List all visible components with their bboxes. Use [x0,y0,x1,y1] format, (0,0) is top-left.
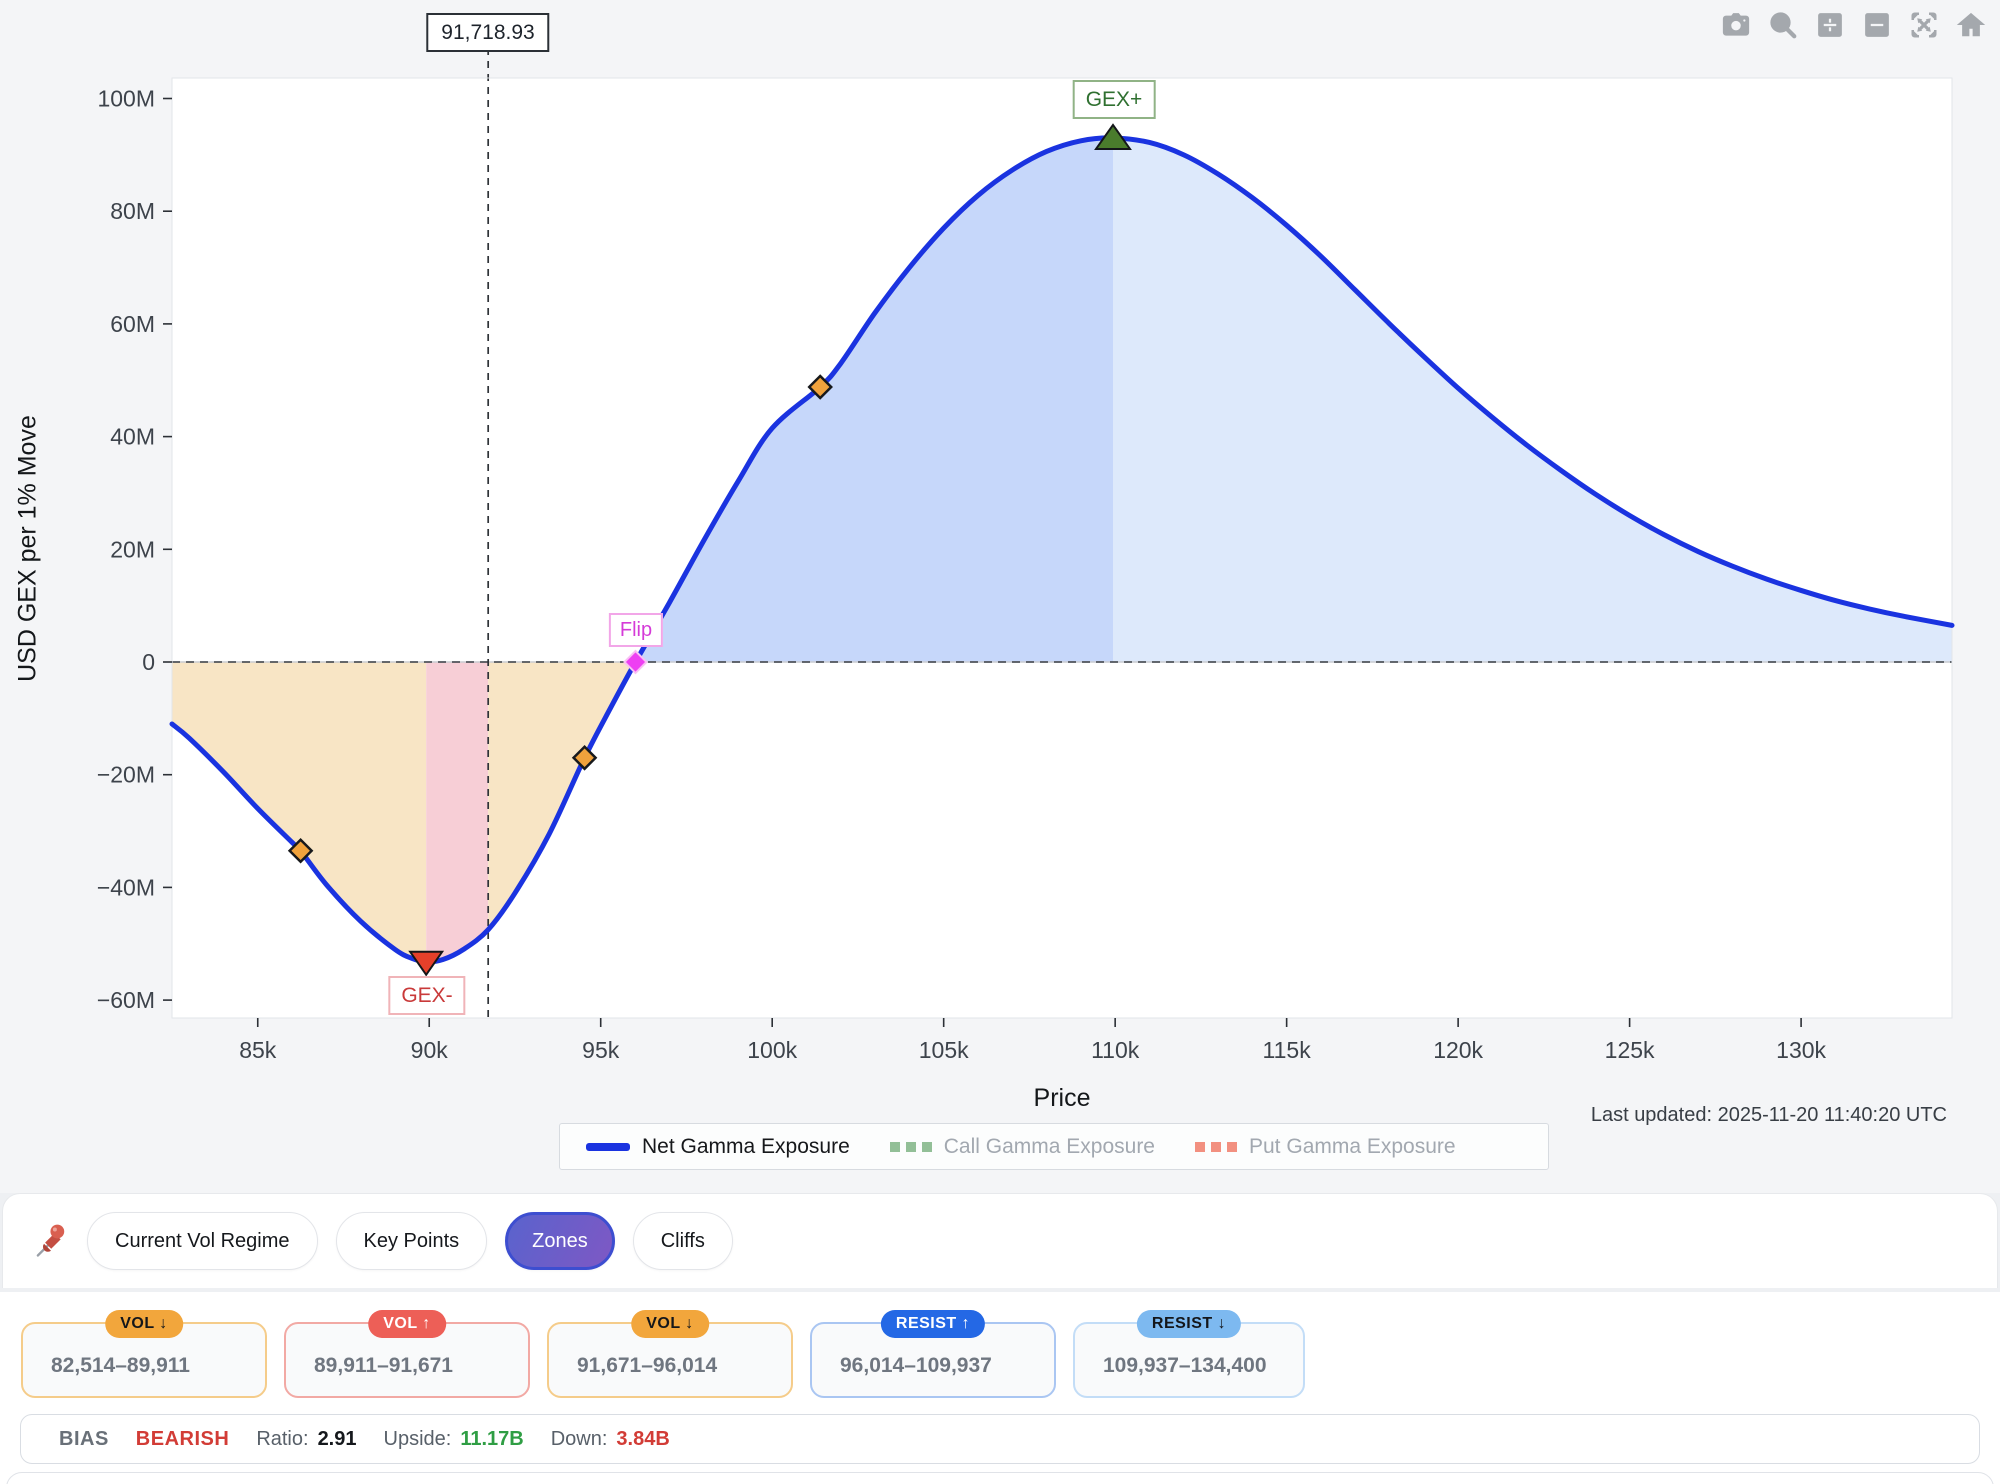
x-axis-title: Price [1034,1084,1091,1113]
legend-label: Net Gamma Exposure [642,1135,850,1159]
down-stat: Down: 3.84B [551,1428,670,1451]
legend-item-put-gamma[interactable]: Put Gamma Exposure [1195,1135,1456,1159]
legend-item-call-gamma[interactable]: Call Gamma Exposure [890,1135,1155,1159]
zone-badge: VOL ↑ [368,1310,446,1338]
zone-card-vol-down-1: VOL ↓ 82,514–89,911 [21,1322,267,1398]
camera-icon[interactable] [1721,10,1751,40]
gamma-exposure-chart: 85k 90k 95k 100k 105k 110k 115k 120k 125k 130k 100… [0,0,2000,1193]
svg-text:110k: 110k [1091,1037,1140,1063]
plot-modebar [1721,10,1986,40]
svg-text:−60M: −60M [97,987,155,1013]
button-zones[interactable]: Zones [505,1212,615,1270]
upside-stat: Upside: 11.17B [384,1428,524,1451]
zone-range: 89,911–91,671 [314,1354,453,1378]
svg-text:60M: 60M [110,311,155,337]
ratio-value: 2.91 [318,1428,357,1451]
zone-range: 82,514–89,911 [51,1354,190,1378]
zone-range: 96,014–109,937 [840,1354,992,1378]
svg-text:20M: 20M [110,536,155,562]
button-key-points[interactable]: Key Points [336,1212,488,1270]
call-gamma-dots-swatch [890,1142,932,1152]
down-label: Down: [551,1428,608,1451]
legend-label: Put Gamma Exposure [1249,1135,1456,1159]
zoom-box-icon[interactable] [1768,10,1798,40]
zone-badge: RESIST ↑ [881,1310,985,1338]
gex-plus-annotation: GEX+ [1073,80,1156,119]
gex-minus-annotation: GEX- [388,976,465,1015]
y-axis-title: USD GEX per 1% Move [14,79,43,1019]
autoscale-icon[interactable] [1909,10,1939,40]
home-icon[interactable] [1956,10,1986,40]
svg-text:125k: 125k [1605,1037,1655,1063]
last-updated-text: Last updated: 2025-11-20 11:40:20 UTC [1591,1104,1947,1127]
svg-text:80M: 80M [110,198,155,224]
bias-label: BIAS [59,1428,109,1451]
svg-text:95k: 95k [582,1037,620,1063]
gex-dashboard: 85k 90k 95k 100k 105k 110k 115k 120k 125k 130k 100… [0,0,2000,1484]
zone-cards-row: VOL ↓ 82,514–89,911 VOL ↑ 89,911–91,671 … [21,1322,1305,1398]
zone-card-resist-down: RESIST ↓ 109,937–134,400 [1073,1322,1305,1398]
legend-item-net-gamma[interactable]: Net Gamma Exposure [586,1135,850,1159]
zone-badge: VOL ↓ [631,1310,709,1338]
flip-annotation: Flip [609,613,663,647]
zone-badge: RESIST ↓ [1137,1310,1241,1338]
current-price-label: 91,718.93 [426,13,549,52]
button-current-vol-regime[interactable]: Current Vol Regime [87,1212,318,1270]
upside-value: 11.17B [460,1428,523,1451]
ratio-label: Ratio: [256,1428,308,1451]
svg-text:105k: 105k [919,1037,969,1063]
gex-plot-canvas[interactable]: 85k 90k 95k 100k 105k 110k 115k 120k 125k 130k 100… [0,0,2000,1193]
upside-label: Upside: [384,1428,452,1451]
chart-legend: Net Gamma Exposure Call Gamma Exposure P… [559,1123,1549,1170]
zone-card-vol-up: VOL ↑ 89,911–91,671 [284,1322,530,1398]
zone-card-resist-up: RESIST ↑ 96,014–109,937 [810,1322,1056,1398]
zone-range: 109,937–134,400 [1103,1354,1267,1378]
zone-badge: VOL ↓ [105,1310,183,1338]
zone-card-vol-down-2: VOL ↓ 91,671–96,014 [547,1322,793,1398]
svg-text:115k: 115k [1263,1037,1312,1063]
zoom-out-icon[interactable] [1862,10,1892,40]
next-section-edge [6,1472,1994,1484]
zone-range: 91,671–96,014 [577,1354,717,1378]
svg-text:40M: 40M [110,424,155,450]
svg-text:0: 0 [142,649,155,675]
svg-text:85k: 85k [239,1037,277,1063]
button-cliffs[interactable]: Cliffs [633,1212,733,1270]
svg-text:−20M: −20M [97,762,155,788]
put-gamma-dots-swatch [1195,1142,1237,1152]
legend-label: Call Gamma Exposure [944,1135,1155,1159]
bias-value: BEARISH [136,1428,230,1451]
down-value: 3.84B [616,1428,669,1451]
pushpin-icon[interactable] [29,1221,69,1261]
svg-text:90k: 90k [411,1037,449,1063]
ratio-stat: Ratio: 2.91 [256,1428,356,1451]
net-gamma-line-swatch [586,1143,630,1151]
overlay-controls-panel: Current Vol Regime Key Points Zones Clif… [2,1193,1998,1288]
svg-text:−40M: −40M [97,874,155,900]
svg-text:130k: 130k [1776,1037,1826,1063]
svg-text:120k: 120k [1433,1037,1483,1063]
zoom-in-icon[interactable] [1815,10,1845,40]
svg-text:100M: 100M [97,86,155,112]
bias-summary-panel: BIAS BEARISH Ratio: 2.91 Upside: 11.17B … [20,1414,1980,1464]
svg-text:100k: 100k [747,1037,797,1063]
